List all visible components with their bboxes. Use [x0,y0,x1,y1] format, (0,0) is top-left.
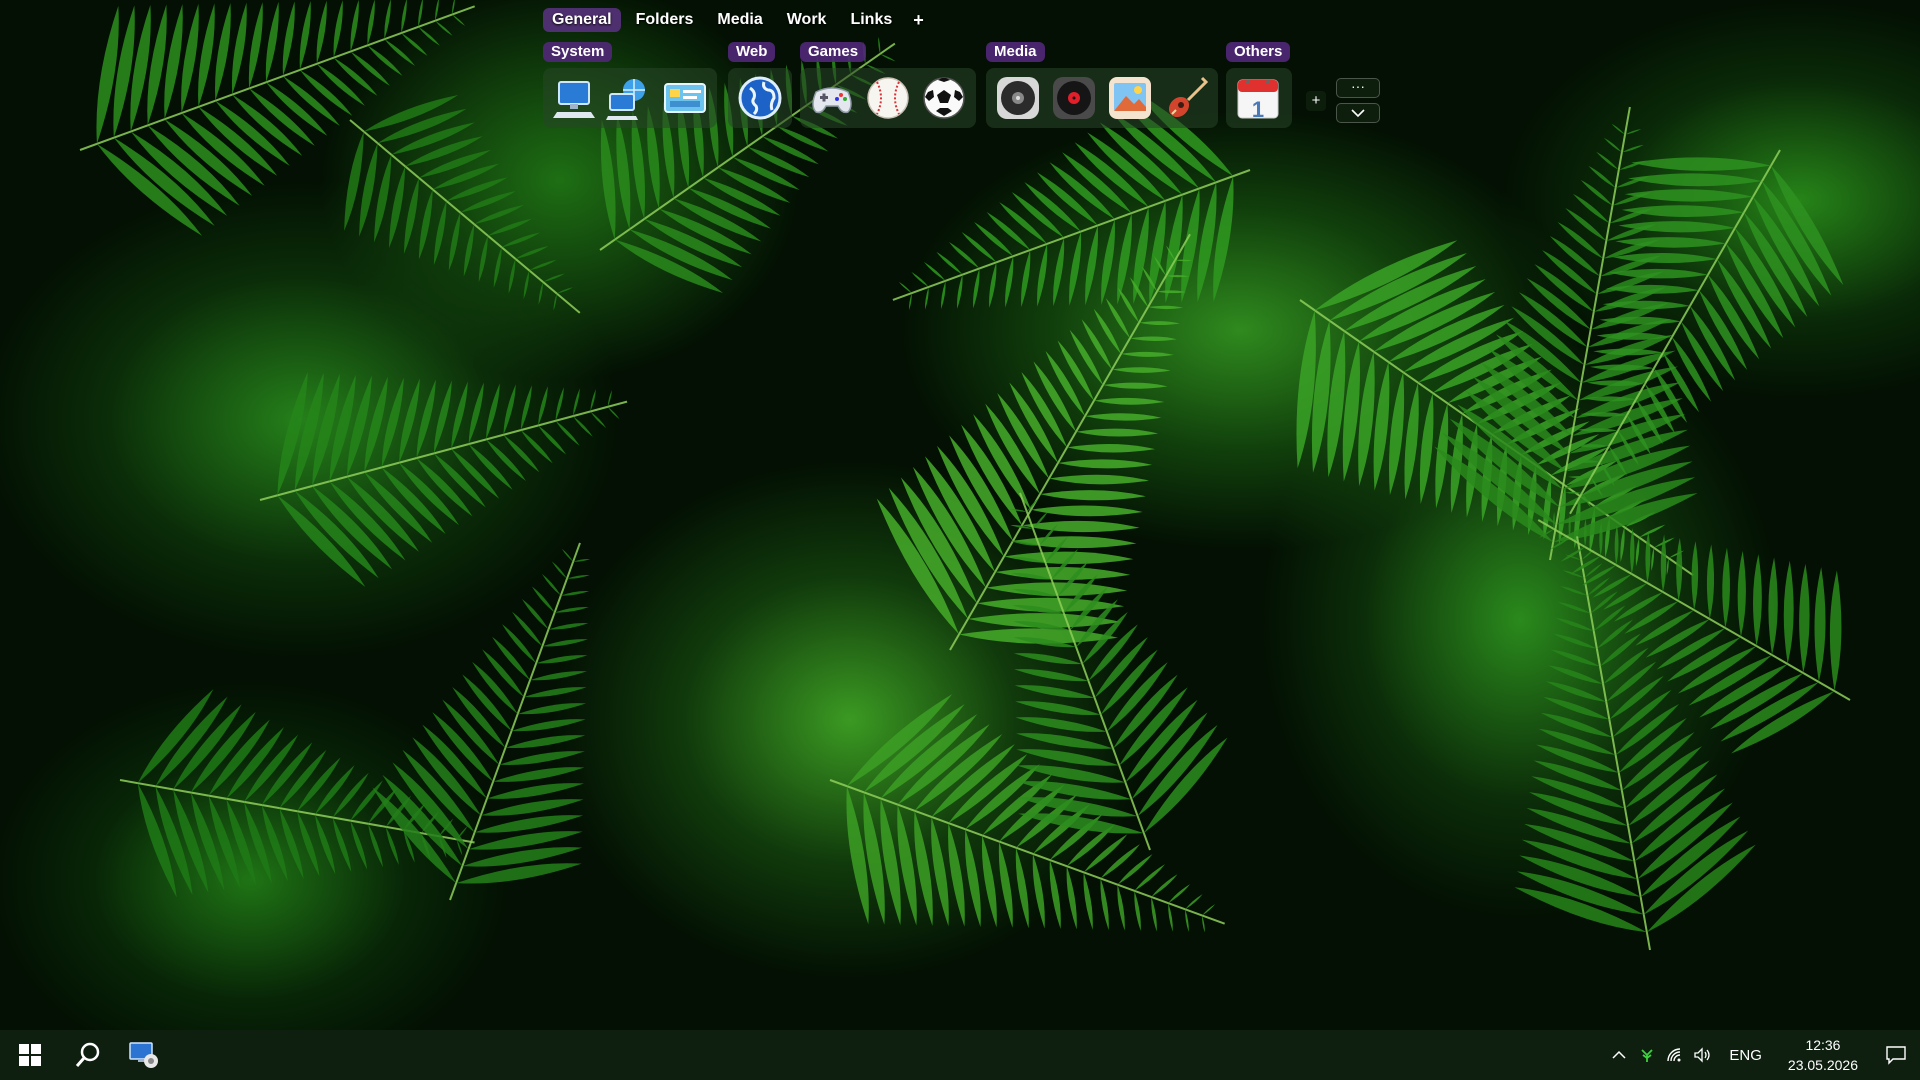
network-computer-icon[interactable] [604,72,655,124]
action-center-button[interactable] [1872,1030,1920,1080]
add-group-button[interactable]: + [1306,91,1326,111]
globe-browser-icon[interactable] [734,72,786,124]
baseball-icon[interactable] [862,72,914,124]
music-record-icon[interactable] [1048,72,1100,124]
group-label-games: Games [800,42,867,62]
group-label-media: Media [986,42,1045,62]
group-web-icons [728,68,792,128]
guitar-icon[interactable] [1160,72,1212,124]
speaker-icon [1694,1047,1711,1063]
chevron-down-icon [1351,109,1365,118]
clock-time: 12:36 [1805,1037,1841,1053]
taskbar-app-launcher[interactable] [116,1030,172,1080]
expand-button[interactable] [1336,103,1380,123]
clock-date: 23.05.2026 [1787,1057,1858,1073]
search-icon [75,1042,100,1067]
volume-button[interactable] [1689,1030,1717,1080]
audio-disc-icon[interactable] [992,72,1044,124]
leaf-icon [1641,1049,1654,1062]
tab-general[interactable]: General [543,8,621,32]
group-media-icons [986,68,1218,128]
group-others-icons: 1 [1226,68,1292,128]
notification-icon [1886,1046,1906,1065]
tray-app-icon[interactable] [1633,1030,1661,1080]
desktop-launcher-icon [129,1042,158,1068]
clock[interactable]: 12:36 23.05.2026 [1774,1035,1872,1075]
group-label-web: Web [728,42,776,62]
group-system-icons [543,68,717,128]
chevron-up-icon [1612,1050,1626,1059]
taskbar: ENG 12:36 23.05.2026 [0,1030,1920,1080]
wifi-icon [1667,1048,1681,1062]
launcher-tabbar: General Folders Media Work Links + [543,6,930,34]
calendar-day: 1 [1251,97,1265,122]
group-label-others: Others [1226,42,1291,62]
add-tab-button[interactable]: + [907,8,930,33]
soccer-ball-icon[interactable] [918,72,970,124]
tab-media[interactable]: Media [708,8,771,32]
tab-folders[interactable]: Folders [627,8,703,32]
tab-work[interactable]: Work [778,8,836,32]
system-tray: ENG 12:36 23.05.2026 [1605,1030,1920,1080]
input-language[interactable]: ENG [1717,1047,1774,1064]
photos-icon[interactable] [1104,72,1156,124]
more-options-button[interactable]: ··· [1336,78,1380,98]
calendar-icon[interactable]: 1 [1232,72,1284,124]
desktop-computer-icon[interactable] [549,72,600,124]
windows-logo-icon [19,1044,41,1066]
group-games-icons [800,68,976,128]
control-panel-icon[interactable] [660,72,711,124]
network-button[interactable] [1661,1030,1689,1080]
wallpaper-ferns [0,0,1920,1030]
show-hidden-icons-button[interactable] [1605,1030,1633,1080]
gamepad-icon[interactable] [806,72,858,124]
group-label-system: System [543,42,613,62]
search-button[interactable] [60,1030,116,1080]
start-button[interactable] [0,1030,60,1080]
tab-links[interactable]: Links [841,8,901,32]
